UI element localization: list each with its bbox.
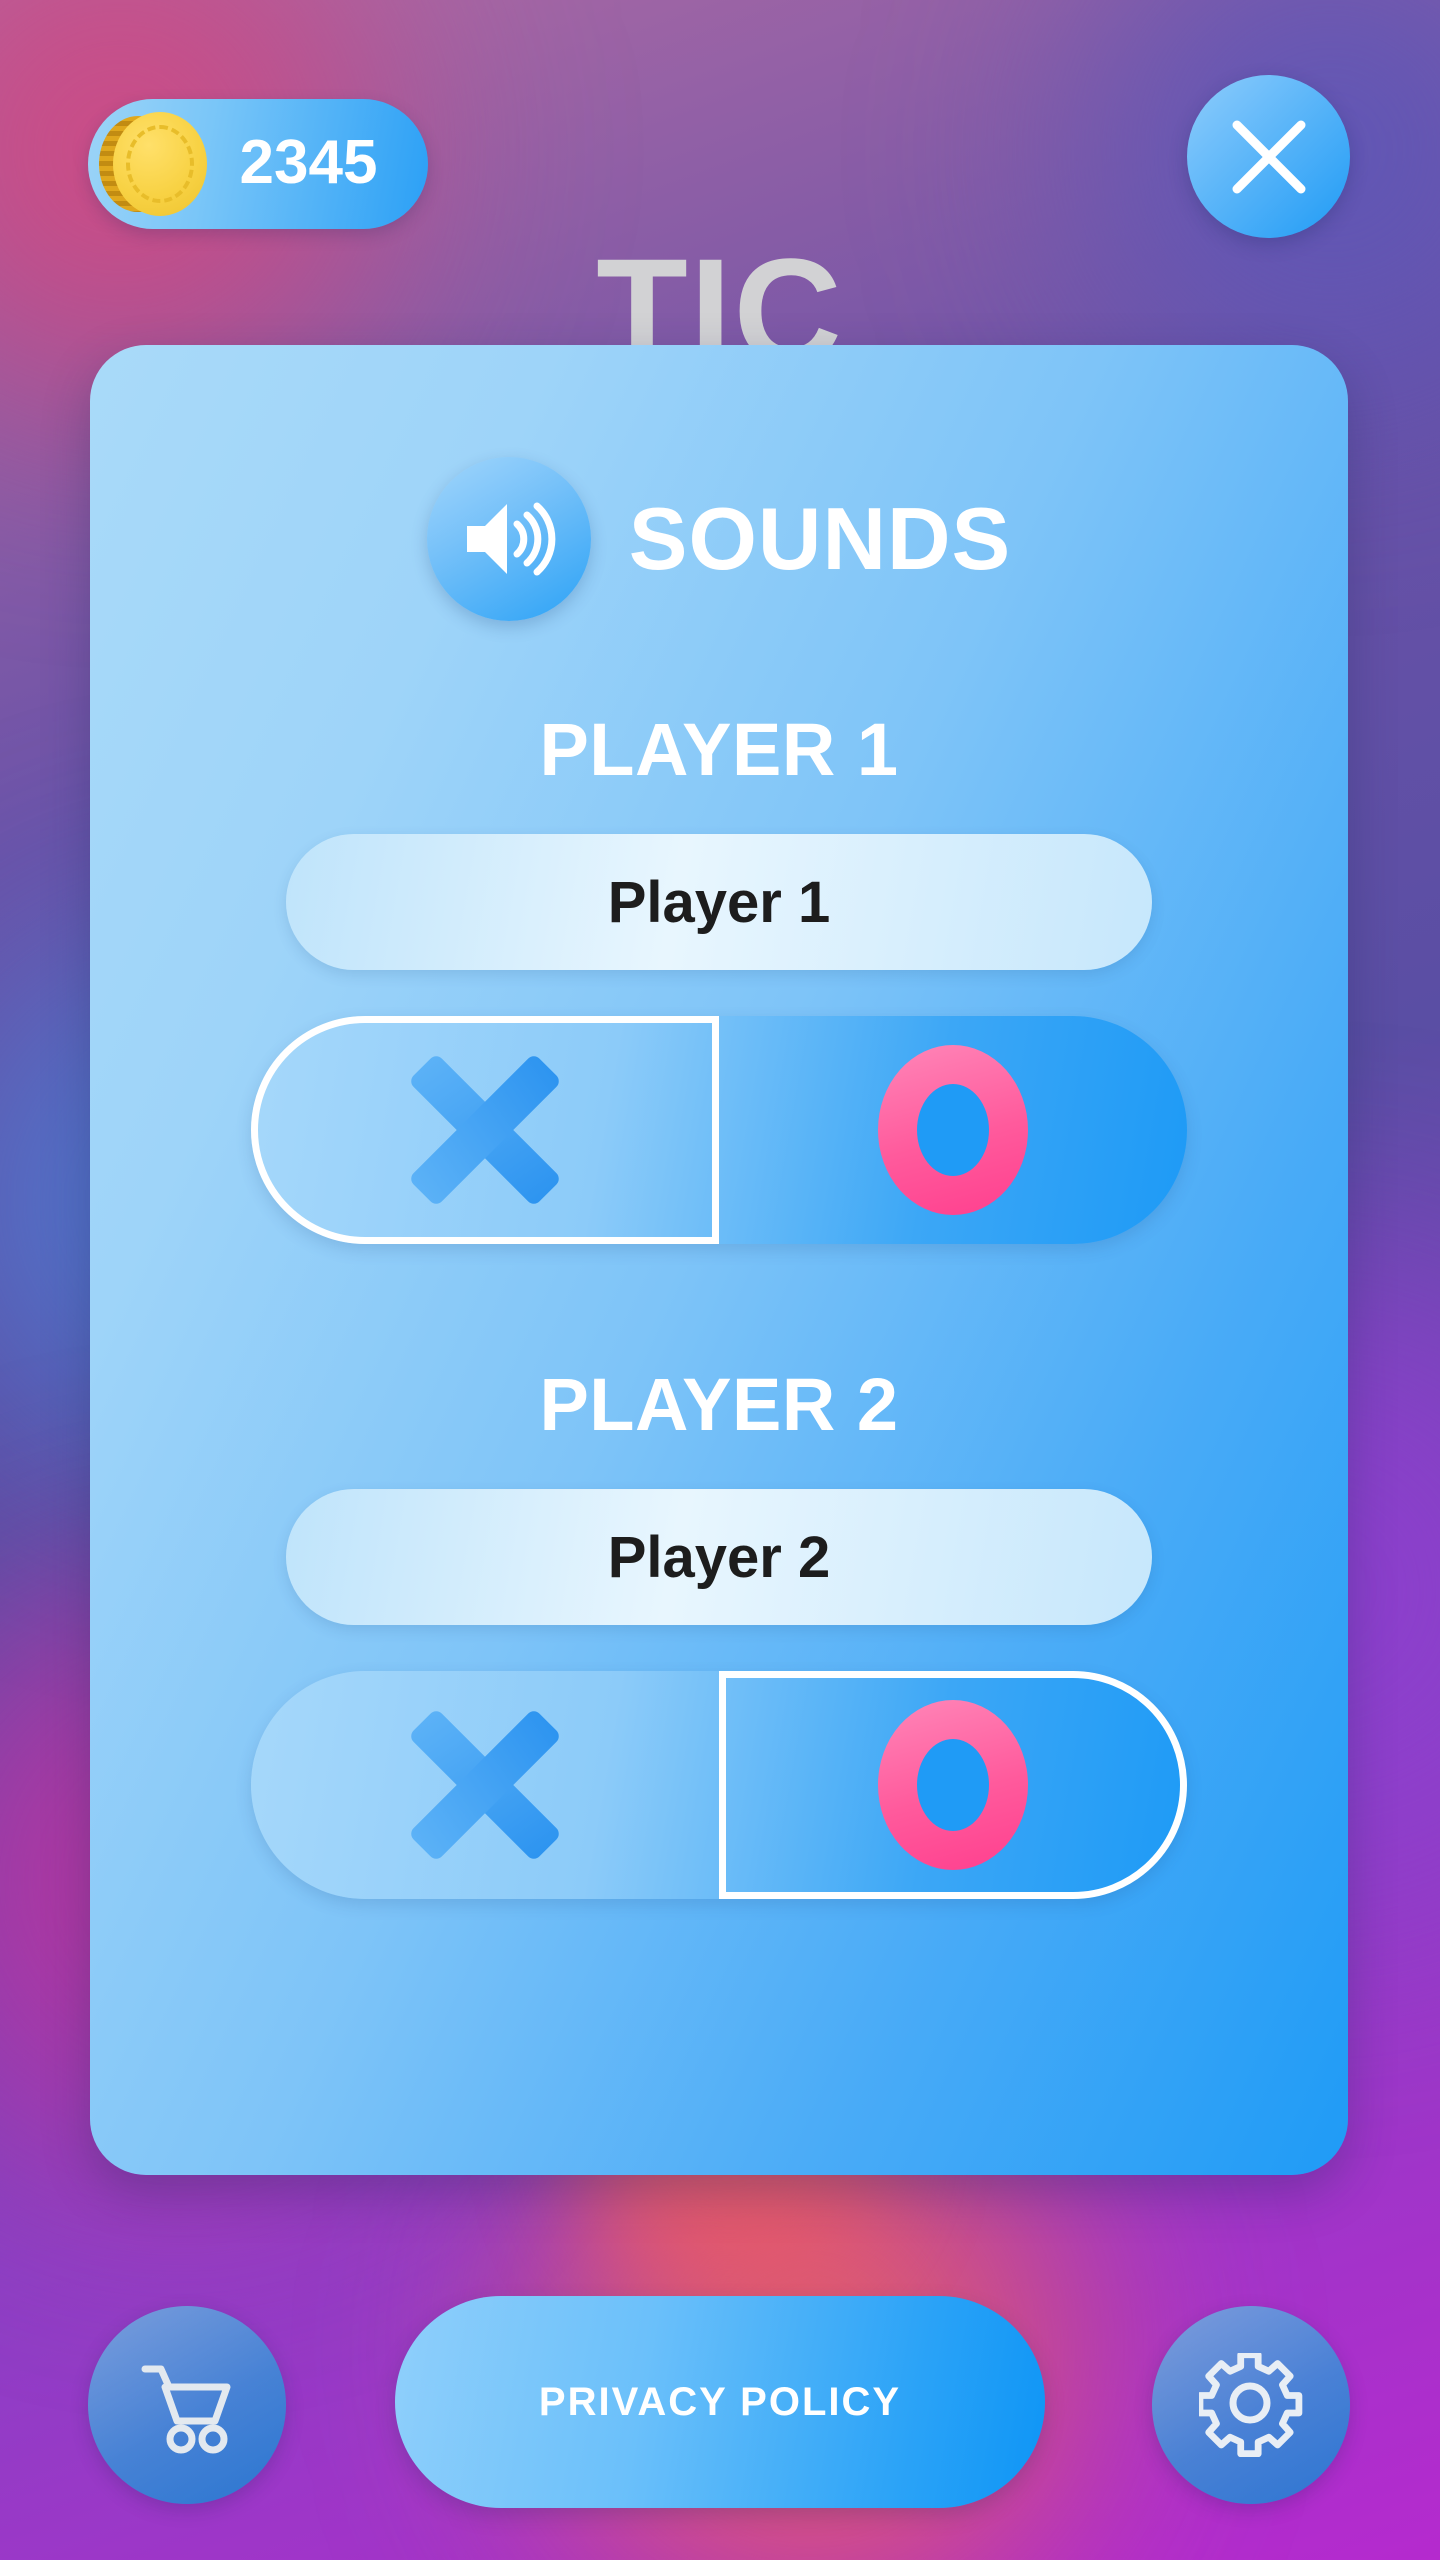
coin-count-label: 2345 xyxy=(239,127,378,197)
speaker-icon xyxy=(466,502,556,576)
player-1-section: PLAYER 1 Player 1 xyxy=(90,707,1348,1244)
privacy-policy-button[interactable]: PRIVACY POLICY xyxy=(395,2296,1045,2508)
shop-button[interactable] xyxy=(88,2306,286,2504)
privacy-policy-label: PRIVACY POLICY xyxy=(538,2379,902,2424)
shopping-cart-icon xyxy=(141,2365,231,2454)
o-mark-icon xyxy=(878,1700,1028,1870)
settings-button[interactable] xyxy=(1152,2306,1350,2504)
sound-toggle-button[interactable] xyxy=(426,457,591,621)
x-mark-icon xyxy=(407,1707,563,1863)
x-mark-icon xyxy=(407,1052,563,1208)
player-1-name-input[interactable]: Player 1 xyxy=(286,834,1152,970)
sounds-settings-modal: SOUNDS PLAYER 1 Player 1 PLAYER 2 Player… xyxy=(90,345,1348,2175)
player-1-label: PLAYER 1 xyxy=(539,708,899,791)
gear-icon xyxy=(1199,2353,1303,2457)
player-2-section: PLAYER 2 Player 2 xyxy=(90,1362,1348,1899)
player-1-name-value: Player 1 xyxy=(607,869,831,935)
close-button[interactable] xyxy=(1187,75,1350,238)
player-2-name-value: Player 2 xyxy=(607,1524,831,1590)
player-2-mark-option-x[interactable] xyxy=(251,1671,719,1899)
player-1-mark-option-o[interactable] xyxy=(719,1016,1187,1244)
player-1-mark-toggle xyxy=(251,1016,1187,1244)
coin-icon xyxy=(99,110,207,218)
o-mark-icon xyxy=(878,1045,1028,1215)
player-1-mark-option-x[interactable] xyxy=(251,1016,719,1244)
modal-title: SOUNDS xyxy=(628,489,1012,588)
player-2-label: PLAYER 2 xyxy=(539,1363,899,1446)
player-2-name-input[interactable]: Player 2 xyxy=(286,1489,1152,1625)
player-2-mark-toggle xyxy=(251,1671,1187,1899)
coin-counter[interactable]: 2345 xyxy=(88,99,428,229)
player-2-mark-option-o[interactable] xyxy=(719,1671,1187,1899)
close-icon xyxy=(1232,120,1305,193)
modal-header: SOUNDS xyxy=(90,457,1348,621)
